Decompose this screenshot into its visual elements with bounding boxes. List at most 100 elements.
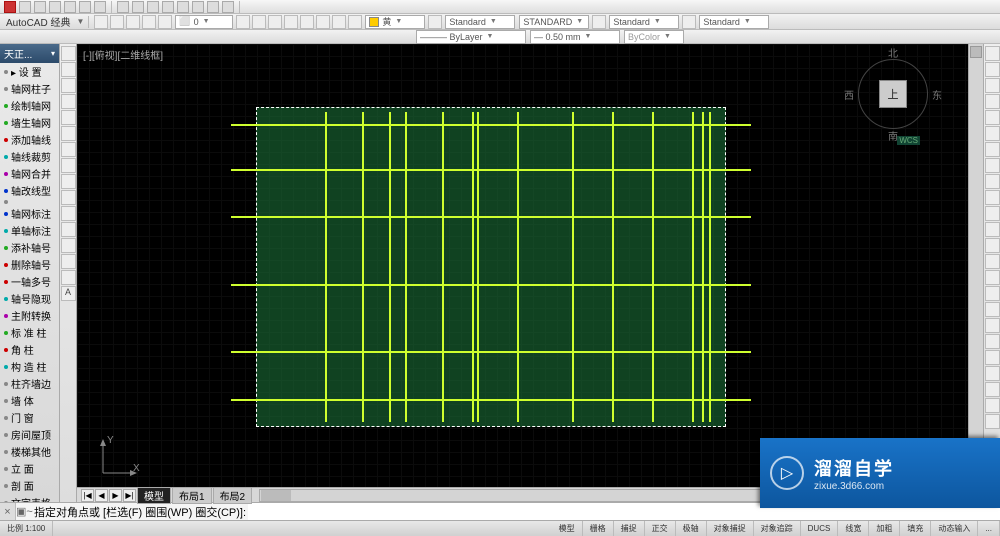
copy-icon[interactable] [985,62,1000,77]
spline-icon[interactable] [61,158,76,173]
tool-icon[interactable] [284,15,298,29]
drawing-canvas[interactable]: [-][俯视][二维线框] Y X 上 [77,44,968,487]
status-toggle[interactable]: DUCS [801,521,839,536]
tab-last-icon[interactable]: ▶| [123,489,136,502]
tool-icon[interactable] [252,15,266,29]
qat-misc-8-icon[interactable] [222,1,234,13]
palette-icon[interactable] [985,398,1000,413]
hatch-icon[interactable] [61,174,76,189]
qat-save-icon[interactable] [49,1,61,13]
tool-icon[interactable] [110,15,124,29]
qat-redo-icon[interactable] [94,1,106,13]
align-icon[interactable] [985,318,1000,333]
color-dropdown[interactable]: 黄 ▼ [365,15,425,29]
tab-prev-icon[interactable]: ◀ [95,489,108,502]
tangent-item[interactable]: 单轴标注 [0,222,59,239]
qat-misc-5-icon[interactable] [177,1,189,13]
viewcube[interactable]: 上 北 南 西 东 WCS [848,49,938,139]
tangent-item[interactable]: 轴号隐现 [0,290,59,307]
break-icon[interactable] [985,286,1000,301]
viewport-label[interactable]: [-][俯视][二维线框] [83,47,163,62]
tool-icon[interactable] [592,15,606,29]
tangent-item[interactable]: 墙 体 [0,392,59,409]
status-toggle[interactable]: 对象追踪 [754,521,801,536]
layer-dropdown[interactable]: ⬜ 0 ▼ [175,15,233,29]
move-icon[interactable] [985,46,1000,61]
extend-icon[interactable] [985,158,1000,173]
tangent-item[interactable]: 文字表格 [0,494,59,502]
offset-icon[interactable] [985,110,1000,125]
arc-icon[interactable] [61,94,76,109]
status-toggle[interactable]: 对象捕捉 [707,521,754,536]
status-toggle[interactable]: 捕捉 [614,521,645,536]
tangent-item[interactable]: 主附转换 [0,307,59,324]
explode-icon[interactable] [985,238,1000,253]
mtext-icon[interactable] [61,270,76,285]
status-toggle[interactable]: 加粗 [869,521,900,536]
close-cmdline-icon[interactable]: × [0,503,16,520]
polyline-icon[interactable] [61,62,76,77]
qat-misc-3-icon[interactable] [147,1,159,13]
qat-misc-2-icon[interactable] [132,1,144,13]
tool-icon[interactable] [94,15,108,29]
rectangle-icon[interactable] [61,110,76,125]
workspace-switcher[interactable]: AutoCAD 经典 [0,14,76,29]
plotstyle-dropdown[interactable]: ByColor▼ [624,30,684,44]
line-icon[interactable] [61,46,76,61]
tab-next-icon[interactable]: ▶ [109,489,122,502]
join-icon[interactable] [985,270,1000,285]
tangent-item[interactable]: 构 造 柱 [0,358,59,375]
tangent-item[interactable]: 绘制轴网 [0,97,59,114]
status-toggle[interactable]: 动态输入 [931,521,978,536]
tangent-item[interactable]: 轴网柱子 [0,80,59,97]
wcs-label[interactable]: WCS [897,136,920,145]
lineweight-dropdown[interactable]: — 0.50 mm▼ [530,30,620,44]
tool-icon[interactable] [682,15,696,29]
linetype-dropdown[interactable]: ——— ByLayer▼ [416,30,526,44]
ucs-icon[interactable]: Y X [97,439,137,479]
point-icon[interactable] [61,190,76,205]
rotate-icon[interactable] [985,78,1000,93]
status-toggle[interactable]: 正交 [645,521,676,536]
dimstyle-dropdown[interactable]: STANDARD▼ [519,15,589,29]
tangent-item[interactable]: 添加轴线 [0,131,59,148]
tangent-item[interactable]: 轴线裁剪 [0,148,59,165]
qat-misc-1-icon[interactable] [117,1,129,13]
polygon-icon[interactable] [61,126,76,141]
tool-icon[interactable] [236,15,250,29]
qat-open-icon[interactable] [34,1,46,13]
tangent-item[interactable]: 一轴多号 [0,273,59,290]
divide-icon[interactable] [985,334,1000,349]
tangent-item[interactable]: 房间屋顶 [0,426,59,443]
tangent-panel-title[interactable]: 天正...▾ [0,44,59,63]
tangent-item[interactable]: 剖 面 [0,477,59,494]
tab-first-icon[interactable]: |◀ [81,489,94,502]
textstyle-1-dropdown[interactable]: Standard▼ [445,15,515,29]
erase-icon[interactable] [985,254,1000,269]
qat-new-icon[interactable] [19,1,31,13]
stretch-icon[interactable] [985,222,1000,237]
status-toggle[interactable]: ... [978,521,1000,536]
tool-icon[interactable] [126,15,140,29]
tangent-item[interactable]: 轴网标注 [0,205,59,222]
status-toggle[interactable]: 模型 [552,521,583,536]
tool-icon[interactable] [268,15,282,29]
tangent-item[interactable]: 楼梯其他 [0,443,59,460]
tangent-item[interactable]: 标 准 柱 [0,324,59,341]
array-icon[interactable] [985,126,1000,141]
tablestyle-dropdown[interactable]: Standard▼ [609,15,679,29]
other-icon[interactable] [985,414,1000,429]
trim-icon[interactable] [985,142,1000,157]
qat-undo-icon[interactable] [79,1,91,13]
status-toggle[interactable]: 极轴 [676,521,707,536]
tangent-item[interactable]: 墙生轴网 [0,114,59,131]
tangent-item[interactable]: 门 窗 [0,409,59,426]
table-icon[interactable] [61,238,76,253]
qat-misc-4-icon[interactable] [162,1,174,13]
region-icon[interactable] [61,254,76,269]
measure-icon[interactable] [985,350,1000,365]
fillet-icon[interactable] [985,174,1000,189]
qat-misc-7-icon[interactable] [207,1,219,13]
tool-icon[interactable] [348,15,362,29]
tool-icon[interactable] [332,15,346,29]
